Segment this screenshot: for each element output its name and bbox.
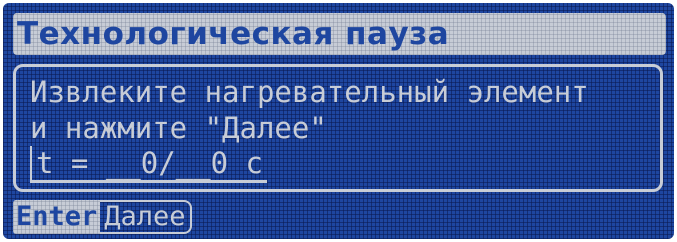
title-bar: Технологическая пауза [13,13,666,55]
next-soft-key[interactable]: Enter Далее [13,200,192,234]
enter-key-label: Enter [13,200,100,234]
message-line-2: и нажмите "Далее" [30,111,327,145]
message-line-1: Извлеките нагревательный элемент [30,75,589,109]
temperature-field: t = __0/__0 c [30,146,267,183]
next-action-label: Далее [100,200,192,234]
message-box: Извлеките нагревательный элемент и нажми… [13,64,663,192]
screen-title: Технологическая пауза [17,16,450,52]
lcd-display: Технологическая пауза Извлеките нагреват… [3,3,674,239]
